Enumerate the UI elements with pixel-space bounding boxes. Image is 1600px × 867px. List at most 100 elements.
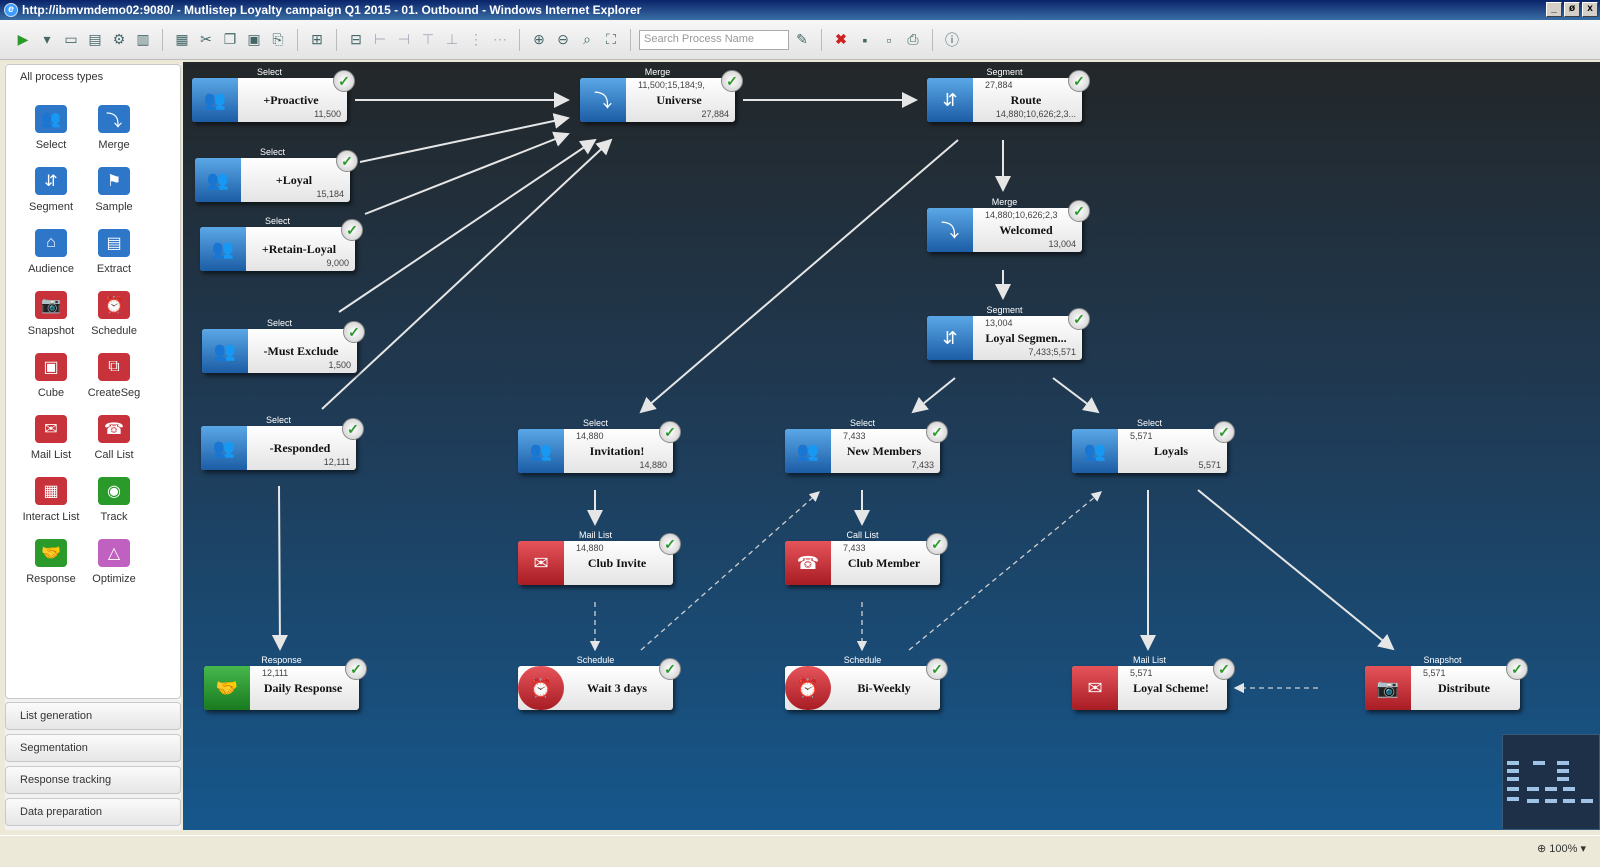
save-as-icon[interactable]: ▫ xyxy=(878,29,900,51)
properties-icon[interactable]: ▭ xyxy=(60,29,82,51)
palette-item-call-list[interactable]: ☎ Call List xyxy=(79,415,149,461)
node-label: Distribute xyxy=(1438,681,1490,695)
zoom-icon[interactable]: ⌕ xyxy=(576,29,598,51)
node-proactive[interactable]: Select 👥 +Proactive 11,500 ✓ xyxy=(192,67,355,122)
copy-icon[interactable]: ❐ xyxy=(219,29,241,51)
node-type: Schedule xyxy=(843,655,882,665)
palette-item-sample[interactable]: ⚑ Sample xyxy=(79,167,149,213)
run-dropdown-icon[interactable]: ▾ xyxy=(36,29,58,51)
node-wait-3-days[interactable]: Schedule ⏰ Wait 3 days ✓ xyxy=(518,655,681,710)
node-type: Response xyxy=(261,655,302,665)
align-bottom-icon[interactable]: ⊥ xyxy=(441,29,463,51)
reports-icon[interactable]: ▥ xyxy=(132,29,154,51)
palette-item-interact-list[interactable]: ▦ Interact List xyxy=(16,477,86,523)
select-all-icon[interactable]: ▦ xyxy=(171,29,193,51)
section-response-tracking[interactable]: Response tracking xyxy=(5,766,181,794)
palette-item-optimize[interactable]: △ Optimize xyxy=(79,539,149,585)
minimap-block xyxy=(1507,777,1519,781)
palette-item-track[interactable]: ◉ Track xyxy=(79,477,149,523)
delete-icon[interactable]: ✖ xyxy=(830,29,852,51)
node-route[interactable]: Segment ⇵ 27,884 Route 14,880;10,626;2,3… xyxy=(927,67,1090,122)
mail-list-icon: ✉ xyxy=(1072,666,1118,710)
save-icon[interactable]: ▪ xyxy=(854,29,876,51)
node-loyals[interactable]: Select 👥 5,571 Loyals 5,571 ✓ xyxy=(1072,418,1235,473)
find-icon[interactable]: ✎ xyxy=(791,29,813,51)
admin-icon[interactable]: ⚙ xyxy=(108,29,130,51)
palette-item-schedule[interactable]: ⏰ Schedule xyxy=(79,291,149,337)
arrange-icon[interactable]: ⋯ xyxy=(489,29,511,51)
node-bi-weekly[interactable]: Schedule ⏰ Bi-Weekly ✓ xyxy=(785,655,948,710)
palette-item-select[interactable]: 👥 Select xyxy=(16,105,86,151)
paste-icon[interactable]: ▣ xyxy=(243,29,265,51)
palette-item-mail-list[interactable]: ✉ Mail List xyxy=(16,415,86,461)
node-label: Loyal Segmen... xyxy=(985,331,1067,345)
palette-item-extract[interactable]: ▤ Extract xyxy=(79,229,149,275)
flowchart-canvas[interactable]: Select 👥 +Proactive 11,500 ✓ Select 👥 +L… xyxy=(183,62,1600,830)
checkmark-icon: ✓ xyxy=(333,70,355,92)
search-process-input[interactable]: Search Process Name xyxy=(639,29,789,50)
checkmark-icon: ✓ xyxy=(926,421,948,443)
close-button[interactable]: x xyxy=(1582,2,1598,17)
align-icon[interactable]: ⊟ xyxy=(345,29,367,51)
palette-item-label: Track xyxy=(100,511,128,523)
node-label: Route xyxy=(1010,93,1042,107)
ie-window: e http://ibmvmdemo02:9080/ - Mutlistep L… xyxy=(0,0,1600,867)
minimap-block xyxy=(1507,797,1519,801)
palette-item-cube[interactable]: ▣ Cube xyxy=(16,353,86,399)
node-welcomed[interactable]: Merge ⤵ 14,880;10,626;2,3 Welcomed 13,00… xyxy=(927,197,1090,252)
node-body: ✉ 5,571 Loyal Scheme! xyxy=(1072,666,1227,710)
cut-icon[interactable]: ✂ xyxy=(195,29,217,51)
fit-icon[interactable]: ⛶ xyxy=(600,29,622,51)
node-universe[interactable]: Merge ⤵ 11,500;15,184;9, Universe 27,884… xyxy=(580,67,743,122)
node-club-member[interactable]: Call List ☎ 7,433 Club Member ✓ xyxy=(785,530,948,585)
zoom-out-icon[interactable]: ⊖ xyxy=(552,29,574,51)
run-icon[interactable]: ▶ xyxy=(12,29,34,51)
print-icon[interactable]: ⎙ xyxy=(902,29,924,51)
node-club-invite[interactable]: Mail List ✉ 14,880 Club Invite ✓ xyxy=(518,530,681,585)
align-left-icon[interactable]: ⊢ xyxy=(369,29,391,51)
node-loyal-scheme[interactable]: Mail List ✉ 5,571 Loyal Scheme! ✓ xyxy=(1072,655,1235,710)
palette-item-merge[interactable]: ⤵ Merge xyxy=(79,105,149,151)
node-type: Select xyxy=(256,67,282,77)
node-responded[interactable]: Select 👥 -Responded 12,111 ✓ xyxy=(201,415,364,470)
call-list-icon: ☎ xyxy=(785,541,831,585)
template-icon[interactable]: ⎘ xyxy=(267,29,289,51)
minimize-button[interactable]: _ xyxy=(1546,2,1562,17)
align-right-icon[interactable]: ⊣ xyxy=(393,29,415,51)
node-label: +Loyal xyxy=(275,173,313,187)
node-invitation[interactable]: Select 👥 14,880 Invitation! 14,880 ✓ xyxy=(518,418,681,473)
zoom-level[interactable]: ⊕ 100% ▾ xyxy=(1537,842,1586,855)
align-top-icon[interactable]: ⊤ xyxy=(417,29,439,51)
node-retain-loyal[interactable]: Select 👥 +Retain-Loyal 9,000 ✓ xyxy=(200,216,363,271)
node-body: ⤵ 14,880;10,626;2,3 Welcomed 13,004 xyxy=(927,208,1082,252)
palette-item-snapshot[interactable]: 📷 Snapshot xyxy=(16,291,86,337)
node-must-exclude[interactable]: Select 👥 -Must Exclude 1,500 ✓ xyxy=(202,318,365,373)
minimap[interactable] xyxy=(1502,734,1600,830)
palette-item-label: Schedule xyxy=(91,325,137,337)
node-label: Loyal Scheme! xyxy=(1133,681,1209,695)
info-icon[interactable]: ⓘ xyxy=(941,29,963,51)
minimap-block xyxy=(1545,799,1557,803)
palette-item-audience[interactable]: ⌂ Audience xyxy=(16,229,86,275)
node-distribute[interactable]: Snapshot 📷 5,571 Distribute ✓ xyxy=(1365,655,1528,710)
palette-item-response[interactable]: 🤝 Response xyxy=(16,539,86,585)
section-list-generation[interactable]: List generation xyxy=(5,702,181,730)
zoom-in-icon[interactable]: ⊕ xyxy=(528,29,550,51)
minimap-block xyxy=(1507,787,1519,791)
section-segmentation[interactable]: Segmentation xyxy=(5,734,181,762)
restore-button[interactable]: ø xyxy=(1564,2,1580,17)
palette-item-createseg[interactable]: ⧉ CreateSeg xyxy=(79,353,149,399)
node-type: Select xyxy=(849,418,875,428)
node-input-count: 5,571 xyxy=(1423,668,1446,678)
select-icon: 👥 xyxy=(35,105,67,133)
node-loyal-segment[interactable]: Segment ⇵ 13,004 Loyal Segmen... 7,433;5… xyxy=(927,305,1090,360)
options-icon[interactable]: ▤ xyxy=(84,29,106,51)
distribute-icon[interactable]: ⋮ xyxy=(465,29,487,51)
node-loyal[interactable]: Select 👥 +Loyal 15,184 ✓ xyxy=(195,147,358,202)
node-daily-response[interactable]: Response 🤝 12,111 Daily Response ✓ xyxy=(204,655,367,710)
palette-item-segment[interactable]: ⇵ Segment xyxy=(16,167,86,213)
layout-icon[interactable]: ⊞ xyxy=(306,29,328,51)
node-type: Select xyxy=(266,318,292,328)
node-new-members[interactable]: Select 👥 7,433 New Members 7,433 ✓ xyxy=(785,418,948,473)
section-data-preparation[interactable]: Data preparation xyxy=(5,798,181,826)
